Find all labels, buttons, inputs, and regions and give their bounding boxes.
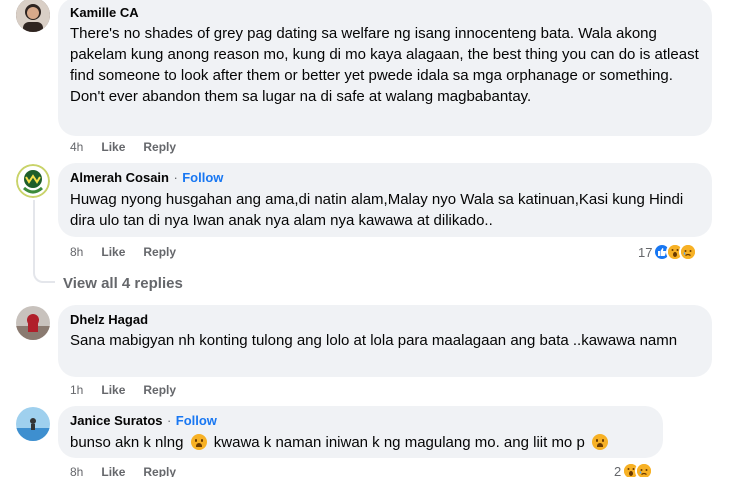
comment-timestamp[interactable]: 1h — [70, 383, 83, 397]
comment-bubble: Kamille CA There's no shades of grey pag… — [58, 0, 712, 136]
view-all-replies-link[interactable]: View all 4 replies — [63, 275, 183, 292]
reaction-summary[interactable]: 17 — [638, 243, 698, 261]
comment-timestamp[interactable]: 4h — [70, 140, 83, 154]
like-button[interactable]: Like — [101, 383, 125, 397]
comment-author[interactable]: Almerah Cosain — [70, 170, 169, 185]
comment-bubble: Dhelz Hagad Sana mabigyan nh konting tul… — [58, 305, 712, 377]
avatar[interactable] — [16, 306, 50, 340]
comment-text-part: kwawa k naman iniwan k ng magulang mo. a… — [213, 434, 585, 451]
comment-actions: 8h Like Reply — [70, 245, 176, 259]
comment-text: Sana mabigyan nh konting tulong ang lolo… — [70, 332, 678, 349]
comment-timestamp[interactable]: 8h — [70, 245, 83, 259]
comment-text-part: bunso akn k nlng — [70, 434, 184, 451]
comment-text: bunso akn k nlng kwawa k naman iniwan k … — [70, 432, 651, 453]
reply-button[interactable]: Reply — [143, 383, 176, 397]
comment-author[interactable]: Janice Suratos — [70, 413, 163, 428]
reply-button[interactable]: Reply — [143, 140, 176, 154]
comment-text: There's no shades of grey pag dating sa … — [70, 25, 699, 105]
separator-dot: · — [166, 413, 172, 428]
comment-text: Huwag nyong husgahan ang ama,di natin al… — [70, 191, 684, 229]
crying-face-icon — [190, 434, 207, 450]
like-button[interactable]: Like — [101, 140, 125, 154]
reply-button[interactable]: Reply — [143, 245, 176, 259]
follow-button[interactable]: Follow — [182, 170, 223, 185]
avatar[interactable] — [16, 164, 50, 198]
comment-bubble: Almerah Cosain · Follow Huwag nyong husg… — [58, 163, 712, 237]
reaction-summary[interactable]: 2 — [614, 462, 654, 477]
comment-actions: 1h Like Reply — [70, 383, 176, 397]
comment-author[interactable]: Kamille CA — [70, 4, 700, 21]
comment-author[interactable]: Dhelz Hagad — [70, 311, 700, 328]
avatar[interactable] — [16, 407, 50, 441]
sad-icon — [679, 243, 698, 261]
comment-bubble: Janice Suratos · Follow bunso akn k nlng… — [58, 406, 663, 458]
separator-dot: · — [173, 170, 178, 185]
sad-icon — [635, 462, 654, 477]
crying-face-icon — [591, 434, 608, 450]
follow-button[interactable]: Follow — [176, 413, 217, 428]
reaction-count: 17 — [638, 244, 653, 260]
thread-curve — [33, 255, 55, 283]
reaction-count: 2 — [614, 463, 622, 477]
comment-timestamp[interactable]: 8h — [70, 465, 83, 477]
like-button[interactable]: Like — [101, 245, 125, 259]
like-button[interactable]: Like — [101, 465, 125, 477]
comment-actions: 4h Like Reply — [70, 140, 176, 154]
reply-button[interactable]: Reply — [143, 465, 176, 477]
avatar[interactable] — [16, 0, 50, 32]
comment-actions: 8h Like Reply — [70, 465, 176, 477]
